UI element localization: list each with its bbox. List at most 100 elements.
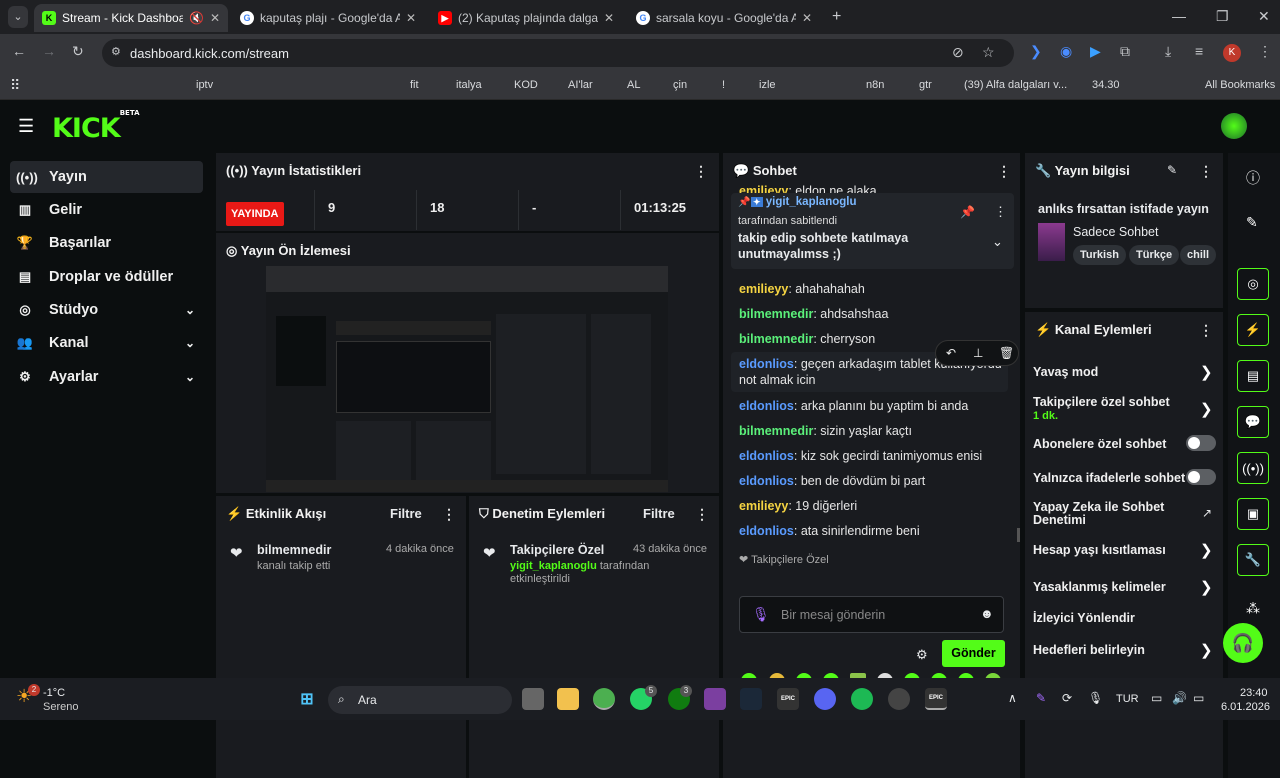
info-icon[interactable]: ⓘ <box>1246 168 1260 188</box>
chevron-right-icon[interactable]: ❯ <box>1200 641 1213 659</box>
sidebar-item-kanal[interactable]: 👥 Kanal ⌄ <box>10 327 203 359</box>
bookmark-item[interactable]: ! <box>722 79 725 91</box>
apps-icon[interactable]: ⠿ <box>10 77 20 94</box>
tag[interactable]: Türkçe <box>1129 245 1180 265</box>
maximize-icon[interactable]: ❐ <box>1216 8 1229 25</box>
send-button[interactable]: Gönder <box>942 640 1005 667</box>
new-tab-icon[interactable]: + <box>832 8 841 26</box>
bookmark-item[interactable]: AI'lar <box>568 79 593 91</box>
address-bar[interactable]: ⚙ dashboard.kick.com/stream ⊘ ☆ <box>102 39 1014 67</box>
add-widget-icon[interactable]: ⁂ <box>1246 600 1260 617</box>
close-tab-icon[interactable]: ✕ <box>406 11 416 25</box>
extensions-puzzle-icon[interactable]: ⧉ <box>1120 43 1130 60</box>
tray-volume-icon[interactable]: 🔊 <box>1172 691 1187 705</box>
chat-username[interactable]: eldonlios <box>739 357 794 371</box>
tab-google-kaputas[interactable]: G kaputaş plajı - Google'da Ara ✕ <box>232 4 424 32</box>
action-slow-mode[interactable]: Yavaş mod <box>1033 366 1203 379</box>
action-account-age[interactable]: Hesap yaşı kısıtlaması <box>1033 544 1203 557</box>
forward-icon[interactable]: → <box>42 43 56 59</box>
action-emotes-only[interactable]: Yalnızca ifadelerle sohbet <box>1033 472 1203 485</box>
rail-broadcast-button[interactable]: ((•)) <box>1237 452 1269 484</box>
chat-username[interactable]: eldonlios <box>739 524 794 538</box>
sidebar-item-gelir[interactable]: ▥ Gelir <box>10 194 203 226</box>
minimize-icon[interactable]: — <box>1172 8 1186 24</box>
language-indicator[interactable]: TUR <box>1116 693 1139 705</box>
clock-date[interactable]: 6.01.2026 <box>1221 701 1270 713</box>
close-window-icon[interactable]: ✕ <box>1258 8 1270 25</box>
rail-lightning-button[interactable]: ⚡ <box>1237 314 1269 346</box>
mod-user[interactable]: yigit_kaplanoglu <box>510 560 597 572</box>
pinned-menu-icon[interactable]: ⋮ <box>994 204 1007 220</box>
sidebar-item-ayarlar[interactable]: ⚙ Ayarlar ⌄ <box>10 361 203 393</box>
bookmark-star-icon[interactable]: ☆ <box>982 44 995 61</box>
chat-settings-icon[interactable]: ⚙ <box>916 647 928 663</box>
category-name[interactable]: Sadece Sohbet <box>1073 225 1159 239</box>
support-headset-icon[interactable]: 🎧 <box>1223 623 1263 663</box>
pinned-user[interactable]: ✦ yigit_kaplanoglu <box>751 196 857 208</box>
close-tab-icon[interactable]: ✕ <box>210 11 220 25</box>
user-avatar[interactable] <box>1221 113 1247 139</box>
obs-recording-icon[interactable] <box>888 688 910 710</box>
bookmark-item[interactable]: 34.30 <box>1092 79 1120 91</box>
sidebar-item-yayin[interactable]: ((•)) Yayın <box>10 161 203 193</box>
rail-notes-button[interactable]: ▤ <box>1237 360 1269 392</box>
chat-username[interactable]: bilmemnedir <box>739 332 813 346</box>
extension-icon-2[interactable]: ◉ <box>1060 43 1072 60</box>
chevron-right-icon[interactable]: ❯ <box>1200 541 1213 559</box>
chevron-right-icon[interactable]: ❯ <box>1200 363 1213 381</box>
chat-menu-icon[interactable]: ⋮ <box>997 163 1011 180</box>
sidebar-item-studyo[interactable]: ◎ Stüdyo ⌄ <box>10 294 203 326</box>
extension-icon-3[interactable]: ▶ <box>1090 43 1101 60</box>
reply-icon[interactable]: ↶ <box>946 346 956 360</box>
sidebar-item-basarilar[interactable]: 🏆 Başarılar <box>10 227 203 259</box>
taskbar-search[interactable]: ⌕ Ara <box>328 686 512 714</box>
tray-mic-icon[interactable]: 🎙 <box>1088 691 1103 705</box>
tab-kick-dashboard[interactable]: K Stream - Kick Dashboard 🔇 ✕ <box>34 4 228 32</box>
chrome-icon[interactable] <box>593 688 615 710</box>
action-raid[interactable]: İzleyici Yönlendir <box>1033 612 1203 625</box>
task-view-icon[interactable] <box>522 688 544 710</box>
activity-user[interactable]: bilmemnedir <box>257 543 331 557</box>
obs-icon[interactable] <box>704 688 726 710</box>
rail-video-button[interactable]: ▣ <box>1237 498 1269 530</box>
close-tab-icon[interactable]: ✕ <box>604 11 614 25</box>
edit-pencil-icon[interactable]: ✎ <box>1246 214 1258 231</box>
delete-icon[interactable]: 🗑 <box>999 346 1014 360</box>
epic-launcher-icon[interactable]: EPIC <box>925 688 947 710</box>
tray-battery-icon[interactable]: ▭ <box>1193 691 1204 705</box>
rail-camera-button[interactable]: ◎ <box>1237 268 1269 300</box>
bookmark-item[interactable]: fit <box>410 79 419 91</box>
rail-chat-button[interactable]: 💬 <box>1237 406 1269 438</box>
bookmark-item[interactable]: iptv <box>196 79 213 91</box>
activity-menu-icon[interactable]: ⋮ <box>442 506 456 523</box>
bookmark-item[interactable]: gtr <box>919 79 932 91</box>
spotify-icon[interactable] <box>851 688 873 710</box>
mod-menu-icon[interactable]: ⋮ <box>695 506 709 523</box>
activity-filter-button[interactable]: Filtre <box>390 506 422 521</box>
subscribers-only-toggle[interactable] <box>1186 435 1216 451</box>
reload-icon[interactable]: ↻ <box>72 43 84 60</box>
chat-scrollbar[interactable] <box>1017 528 1020 542</box>
chat-username[interactable]: eldonlios <box>739 474 794 488</box>
bookmark-item[interactable]: n8n <box>866 79 884 91</box>
emotes-only-toggle[interactable] <box>1186 469 1216 485</box>
start-icon[interactable]: ⊞ <box>296 688 318 710</box>
chat-username[interactable]: emilieyy <box>739 499 788 513</box>
action-set-goals[interactable]: Hedefleri belirleyin <box>1033 644 1203 657</box>
profile-avatar[interactable]: K <box>1223 44 1241 62</box>
bookmark-item[interactable]: All Bookmarks <box>1205 79 1275 91</box>
bookmark-item[interactable]: (39) Alfa dalgaları v... <box>964 79 1067 91</box>
chat-input[interactable]: 🎙 Bir mesaj gönderin ☻ <box>739 596 1004 633</box>
emoji-icon[interactable]: ☻ <box>980 606 994 621</box>
eye-off-icon[interactable]: ⊘ <box>952 44 964 61</box>
kick-logo[interactable]: KICKBETA <box>52 109 140 144</box>
file-explorer-icon[interactable] <box>557 688 579 710</box>
external-link-icon[interactable]: ↗ <box>1202 506 1212 520</box>
sidebar-item-droplar[interactable]: ▤ Droplar ve ödüller <box>10 261 203 293</box>
action-subscribers-only[interactable]: Abonelere özel sohbet <box>1033 438 1203 451</box>
close-tab-icon[interactable]: ✕ <box>802 11 812 25</box>
edit-pencil-icon[interactable]: ✎ <box>1167 163 1177 177</box>
action-followers-only[interactable]: Takipçilere özel sohbet 1 dk. <box>1033 396 1203 423</box>
chevron-down-icon[interactable]: ⌄ <box>992 234 1003 250</box>
mod-filter-button[interactable]: Filtre <box>643 506 675 521</box>
